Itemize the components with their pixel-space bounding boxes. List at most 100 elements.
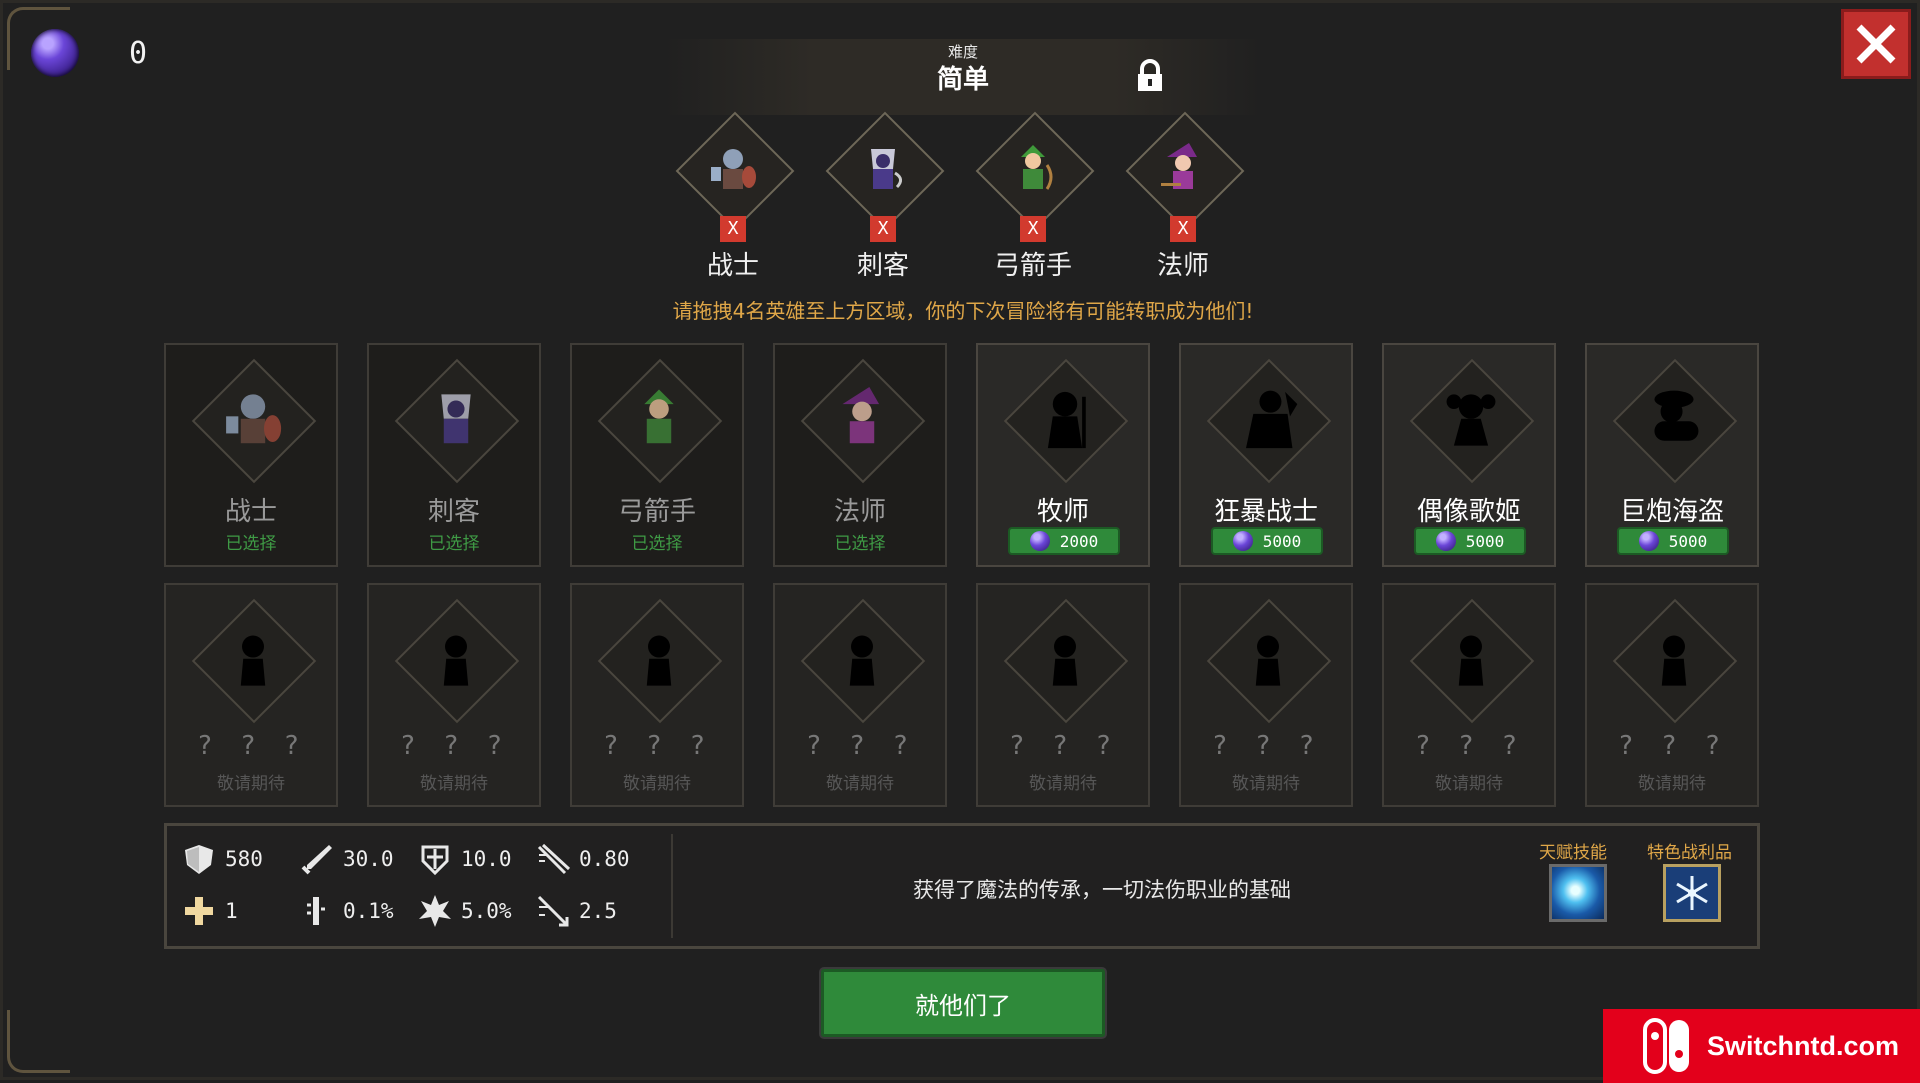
close-icon xyxy=(1856,24,1896,64)
stat-value: 1 xyxy=(225,899,238,923)
purple-gem-icon xyxy=(1435,531,1456,551)
frame-corner-ornament xyxy=(7,1010,70,1073)
remove-hero-button[interactable]: X xyxy=(1020,216,1046,242)
unknown-silhouette-icon xyxy=(240,635,266,686)
hero-card-cannon-pirate[interactable]: 巨炮海盗 5000 xyxy=(1585,343,1759,567)
hero-card-archer[interactable]: 弓箭手 已选择 xyxy=(570,343,744,567)
hero-name: 法师 xyxy=(833,497,886,527)
idol-silhouette-icon xyxy=(1446,394,1496,446)
hero-stats: 580 30.0 10.0 0.80 1 0.1% 5.0% 2.5 xyxy=(181,840,651,930)
hero-name: 牧师 xyxy=(1036,497,1089,527)
hero-name: ? ? ? xyxy=(1008,731,1118,761)
purple-gem-icon xyxy=(1029,531,1050,551)
unknown-silhouette-icon xyxy=(443,635,469,686)
gem-currency: 0 xyxy=(31,29,147,77)
stat-value: 30.0 xyxy=(343,847,394,871)
price-value: 5000 xyxy=(1465,531,1505,551)
hero-name: ? ? ? xyxy=(1211,731,1321,761)
warrior-sprite-icon xyxy=(711,149,756,189)
selected-hero-name: 法师 xyxy=(1156,251,1209,281)
price-value: 5000 xyxy=(1668,531,1708,551)
talent-skill-icon[interactable] xyxy=(1549,864,1607,922)
selected-slot[interactable]: X 法师 xyxy=(1123,111,1245,281)
mage-sprite-icon xyxy=(842,387,880,444)
warrior-sprite-icon xyxy=(226,394,282,444)
gem-count: 0 xyxy=(129,35,148,71)
remove-hero-button[interactable]: X xyxy=(870,216,896,242)
hero-card-mage[interactable]: 法师 已选择 xyxy=(773,343,947,567)
special-loot-label: 特色战利品 xyxy=(1647,843,1732,863)
stat-crit-damage: 5.0% xyxy=(417,892,535,930)
hero-card-priest[interactable]: 牧师 2000 xyxy=(976,343,1150,567)
hero-name: ? ? ? xyxy=(399,731,509,761)
confirm-button[interactable]: 就他们了 xyxy=(821,969,1105,1037)
close-button[interactable] xyxy=(1841,9,1911,79)
hero-status: 敬请期待 xyxy=(420,774,488,794)
hero-card-berserker[interactable]: 狂暴战士 5000 xyxy=(1179,343,1353,567)
hero-card-unknown: ? ? ? 敬请期待 xyxy=(1382,583,1556,807)
remove-hero-button[interactable]: X xyxy=(1170,216,1196,242)
stat-value: 580 xyxy=(225,847,263,871)
unknown-silhouette-icon xyxy=(1661,635,1687,686)
stat-value: 0.80 xyxy=(579,847,630,871)
hero-card-unknown: ? ? ? 敬请期待 xyxy=(773,583,947,807)
hero-card-assassin[interactable]: 刺客 已选择 xyxy=(367,343,541,567)
hero-info-panel: 580 30.0 10.0 0.80 1 0.1% 5.0% 2.5 获得了魔法… xyxy=(164,823,1760,949)
hero-card-unknown: ? ? ? 敬请期待 xyxy=(1585,583,1759,807)
unknown-silhouette-icon xyxy=(849,635,875,686)
unlock-price-button[interactable]: 5000 xyxy=(1617,527,1729,555)
selected-slot[interactable]: X 战士 xyxy=(673,111,795,281)
unlock-price-button[interactable]: 2000 xyxy=(1008,527,1120,555)
stat-defense: 10.0 xyxy=(417,840,535,878)
unknown-silhouette-icon xyxy=(1458,635,1484,686)
purple-gem-icon xyxy=(31,29,79,77)
hero-card-warrior[interactable]: 战士 已选择 xyxy=(164,343,338,567)
hero-name: 狂暴战士 xyxy=(1213,497,1318,527)
sword-icon xyxy=(301,845,332,875)
unknown-silhouette-icon xyxy=(646,635,672,686)
hero-status: 敬请期待 xyxy=(826,774,894,794)
lock-icon[interactable] xyxy=(1133,59,1167,93)
hero-status: 已选择 xyxy=(834,534,886,554)
hero-card-unknown: ? ? ? 敬请期待 xyxy=(367,583,541,807)
difficulty-selector[interactable]: 难度 简单 xyxy=(663,39,1263,115)
hero-grid: 战士 已选择 刺客 已选择 弓箭手 已选择 法师 已选择 牧师 2000 狂暴战… xyxy=(164,343,1759,807)
hero-name: ? ? ? xyxy=(805,731,915,761)
stat-crit-rate: 0.1% xyxy=(299,892,417,930)
hero-name: 刺客 xyxy=(427,497,480,527)
hero-name: ? ? ? xyxy=(1617,731,1727,761)
hero-status: 已选择 xyxy=(428,534,480,554)
selected-slot[interactable]: X 刺客 xyxy=(823,111,945,281)
stat-value: 0.1% xyxy=(343,899,394,923)
unlock-price-button[interactable]: 5000 xyxy=(1211,527,1323,555)
archer-sprite-icon xyxy=(644,389,674,444)
plus-icon xyxy=(185,897,213,925)
stat-range: 2.5 xyxy=(535,892,653,930)
hero-name: 偶像歌姬 xyxy=(1416,497,1521,527)
snowflake-icon[interactable] xyxy=(1663,864,1721,922)
drag-hint: 请拖拽4名英雄至上方区域，你的下次冒险将有可能转职成为他们! xyxy=(672,299,1254,323)
difficulty-value: 简单 xyxy=(936,65,989,95)
hero-name: 巨炮海盗 xyxy=(1619,497,1724,527)
switch-logo-icon xyxy=(1643,1018,1689,1074)
watermark: Switchntd.com xyxy=(1603,1009,1920,1083)
priest-silhouette-icon xyxy=(1047,391,1086,449)
pirate-silhouette-icon xyxy=(1654,390,1699,441)
hero-card-idol[interactable]: 偶像歌姬 5000 xyxy=(1382,343,1556,567)
panel-divider xyxy=(671,834,673,938)
hero-status: 已选择 xyxy=(225,534,277,554)
remove-hero-button[interactable]: X xyxy=(720,216,746,242)
hero-card-unknown: ? ? ? 敬请期待 xyxy=(976,583,1150,807)
hero-status: 已选择 xyxy=(631,534,683,554)
hero-status: 敬请期待 xyxy=(1029,774,1097,794)
assassin-sprite-icon xyxy=(871,149,902,189)
swift-sword-icon xyxy=(537,843,571,875)
purple-gem-icon xyxy=(1232,531,1253,551)
hero-name: ? ? ? xyxy=(196,731,306,761)
hero-card-unknown: ? ? ? 敬请期待 xyxy=(1179,583,1353,807)
unknown-silhouette-icon xyxy=(1052,635,1078,686)
unlock-price-button[interactable]: 5000 xyxy=(1414,527,1526,555)
hero-status: 敬请期待 xyxy=(1638,774,1706,794)
crit-rate-icon xyxy=(307,897,325,925)
selected-slot[interactable]: X 弓箭手 xyxy=(973,111,1095,281)
